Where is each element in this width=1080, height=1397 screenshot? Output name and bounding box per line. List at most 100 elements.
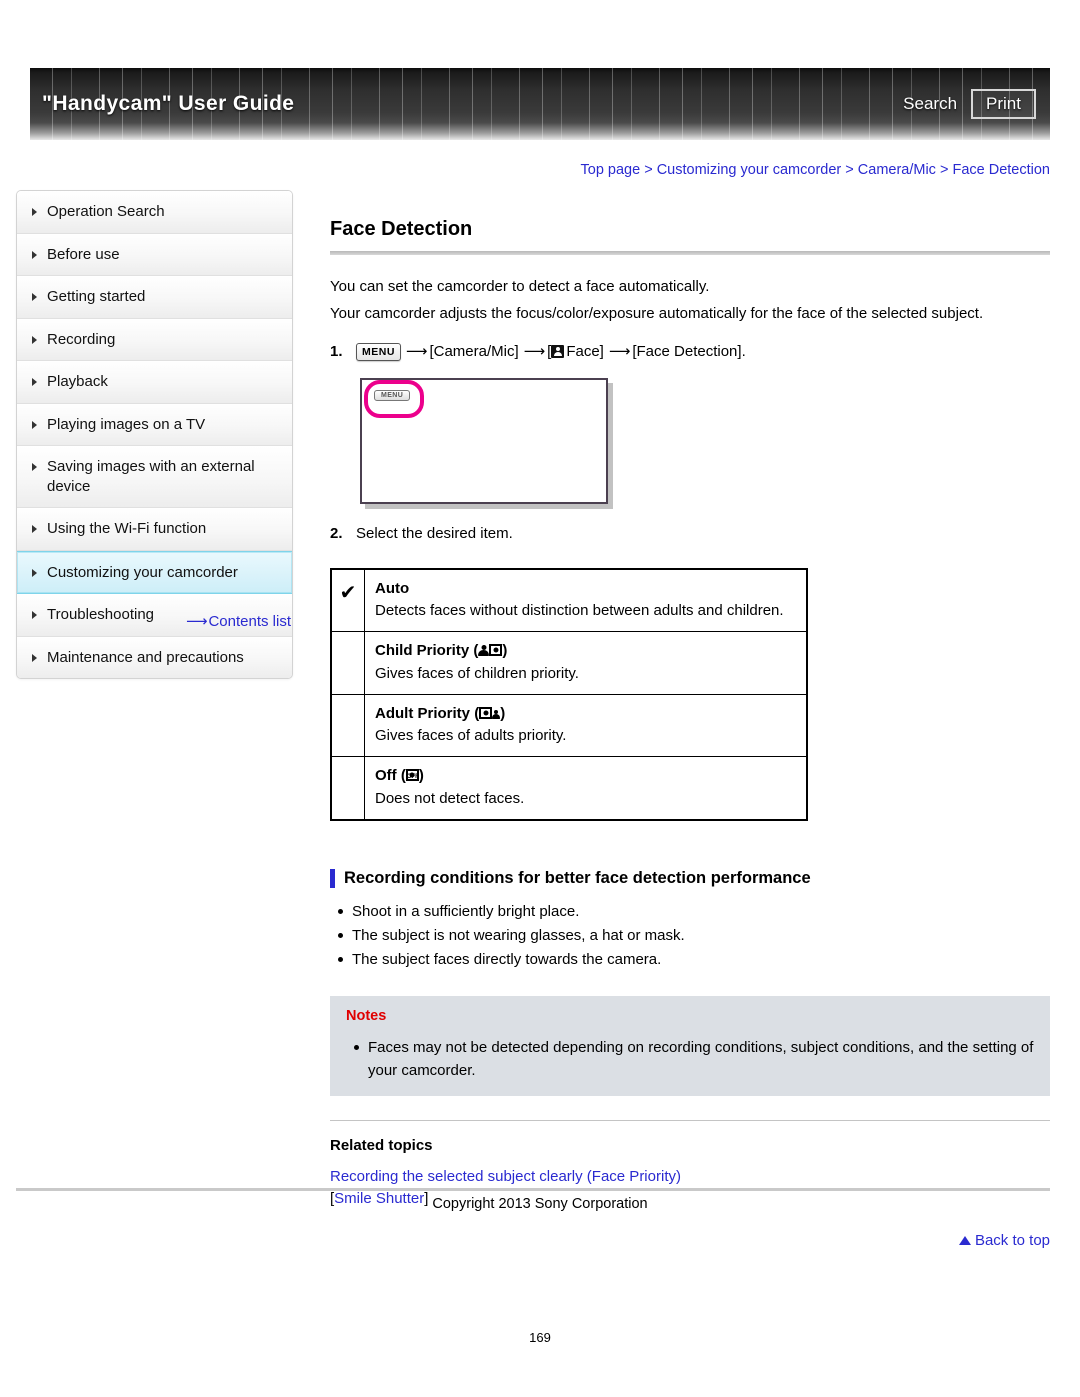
sidebar-item-label: Using the Wi-Fi function	[47, 520, 207, 537]
sidebar-item-label: Operation Search	[47, 203, 165, 220]
option-cell: Adult Priority () Gives faces of adults …	[364, 693, 808, 757]
chevron-right-icon	[32, 653, 37, 662]
step-1-body: MENU ⟶ [Camera/Mic] ⟶[Face] ⟶ [Face Detection…	[356, 340, 1050, 364]
option-name-row: Adult Priority ()	[375, 703, 796, 725]
option-name: Adult Priority	[375, 704, 471, 722]
arrow-right-icon: ⟶	[608, 342, 630, 360]
breadcrumb-item-camera-mic[interactable]: Camera/Mic	[858, 162, 936, 178]
face-icon	[551, 344, 565, 358]
sidebar-item-label: Maintenance and precautions	[47, 648, 244, 666]
contents-list-link[interactable]: ⟶ Contents list	[16, 612, 291, 630]
sidebar-item-operation-search[interactable]: Operation Search	[17, 191, 292, 234]
intro-line-1: You can set the camcorder to detect a fa…	[330, 278, 710, 295]
chevron-right-icon	[32, 568, 37, 577]
sidebar-item-label: Saving images with an external device	[47, 458, 255, 495]
table-row[interactable]: Child Priority () Gives faces of childre…	[330, 631, 808, 695]
arrow-right-icon: ⟶	[405, 342, 427, 360]
copyright-text: Copyright 2013 Sony Corporation	[432, 1196, 648, 1212]
option-name: Auto	[375, 579, 410, 597]
adult-priority-icon: ()	[474, 704, 506, 722]
sidebar-item-playback[interactable]: Playback	[17, 361, 292, 404]
table-row[interactable]: Adult Priority () Gives faces of adults …	[330, 693, 808, 757]
sidebar-item-maintenance-and-precautions[interactable]: Maintenance and precautions	[17, 636, 292, 678]
selected-checkmark-icon	[330, 756, 365, 820]
breadcrumb-separator: >	[841, 162, 858, 178]
related-topics-title: Related topics	[330, 1137, 433, 1154]
face-off-icon: (OFF)	[400, 767, 424, 784]
menu-button-icon: MENU	[356, 342, 401, 362]
step-1-part-1: [Camera/Mic]	[429, 342, 519, 360]
sidebar-item-label: Playing images on a TV	[47, 415, 206, 433]
section-accent-bar	[330, 868, 335, 888]
page-title: Face Detection	[330, 218, 473, 240]
sidebar-item-playing-images-on-a-tv[interactable]: Playing images on a TV	[17, 403, 292, 446]
notes-bullet-list: Faces may not be detected depending on r…	[346, 1036, 1034, 1083]
table-row[interactable]: Off (OFF) Does not detect faces.	[330, 756, 808, 820]
contents-list-label: Contents list	[208, 613, 291, 630]
section-heading: Recording conditions for better face det…	[330, 868, 1050, 888]
notes-title: Notes	[346, 1007, 387, 1024]
selected-checkmark-icon: ✔	[330, 568, 365, 632]
option-cell: Off (OFF) Does not detect faces.	[364, 756, 808, 820]
sidebar-item-before-use[interactable]: Before use	[17, 233, 292, 276]
option-name: Off	[375, 767, 397, 784]
related-link-face-priority[interactable]: Recording the selected subject clearly (…	[330, 1168, 681, 1185]
breadcrumb-item-customizing[interactable]: Customizing your camcorder	[657, 162, 842, 178]
search-link[interactable]: Search	[903, 94, 957, 114]
notes-box: Notes Faces may not be detected dependin…	[330, 995, 1050, 1096]
chevron-right-icon	[32, 525, 37, 533]
face-bracket-off-icon: OFF	[405, 769, 419, 781]
breadcrumb: Top page > Customizing your camcorder > …	[330, 162, 1051, 178]
step-1-part-3: [Face Detection].	[632, 342, 746, 360]
page-banner: "Handycam" User Guide Search Print	[30, 68, 1050, 140]
off-label: OFF	[406, 774, 419, 781]
sidebar-nav: Operation Search Before use Getting star…	[16, 190, 293, 679]
table-row[interactable]: ✔ Auto Detects faces without distinction…	[330, 568, 808, 632]
app-title: "Handycam" User Guide	[42, 92, 295, 115]
step-1: 1. MENU ⟶ [Camera/Mic] ⟶[Face] ⟶ [Face Detect…	[330, 340, 1050, 364]
sidebar-item-label: Before use	[47, 245, 120, 263]
selected-checkmark-icon	[330, 693, 365, 757]
triangle-up-icon	[958, 1235, 971, 1245]
list-item: Faces may not be detected depending on r…	[346, 1036, 1034, 1083]
title-divider	[330, 251, 1050, 255]
section-heading-label: Recording conditions for better face det…	[344, 868, 811, 887]
list-item: The subject faces directly towards the c…	[330, 948, 1050, 972]
breadcrumb-item-top-page[interactable]: Top page	[581, 162, 641, 178]
step-1-part-2: Face]	[566, 342, 604, 360]
highlight-annotation-circle	[364, 379, 424, 418]
option-name: Child Priority	[375, 642, 470, 659]
option-description: Detects faces without distinction betwee…	[375, 602, 784, 620]
chevron-right-icon	[32, 250, 37, 259]
option-description: Gives faces of children priority.	[375, 664, 579, 682]
sidebar-item-saving-images-external-device[interactable]: Saving images with an external device	[17, 446, 292, 508]
option-description: Does not detect faces.	[375, 789, 525, 807]
chevron-right-icon	[32, 335, 37, 344]
lcd-screen-illustration: MENU	[360, 377, 610, 508]
option-description: Gives faces of adults priority.	[375, 727, 567, 745]
section-bullet-list: Shoot in a sufficiently bright place. Th…	[330, 900, 1050, 972]
chevron-right-icon	[32, 378, 37, 386]
adult-silhouette-icon	[478, 644, 490, 657]
footer-divider	[16, 1188, 1050, 1191]
related-divider	[330, 1120, 1050, 1121]
sidebar-item-label: Playback	[47, 373, 108, 390]
sidebar-item-using-the-wi-fi-function[interactable]: Using the Wi-Fi function	[17, 508, 292, 551]
breadcrumb-item-face-detection[interactable]: Face Detection	[952, 162, 1050, 178]
banner-actions: Search Print	[903, 89, 1036, 119]
back-to-top-label: Back to top	[974, 1231, 1050, 1249]
sidebar-item-getting-started[interactable]: Getting started	[17, 276, 292, 319]
options-table: ✔ Auto Detects faces without distinction…	[330, 567, 808, 821]
sidebar-item-label: Recording	[47, 330, 116, 348]
sidebar-item-recording[interactable]: Recording	[17, 318, 292, 361]
sidebar-item-customizing-your-camcorder[interactable]: Customizing your camcorder	[17, 550, 292, 594]
chevron-right-icon	[32, 293, 37, 301]
adult-face-bracket-icon	[479, 706, 493, 719]
chevron-right-icon	[32, 420, 37, 429]
print-button[interactable]: Print	[971, 89, 1036, 119]
back-to-top-link[interactable]: Back to top	[330, 1232, 1050, 1249]
step-1-number: 1.	[330, 342, 343, 360]
main-content: Face Detection You can set the camcorder…	[330, 218, 1050, 1249]
sidebar-item-label: Getting started	[47, 288, 146, 305]
option-name-row: Child Priority ()	[375, 640, 796, 662]
